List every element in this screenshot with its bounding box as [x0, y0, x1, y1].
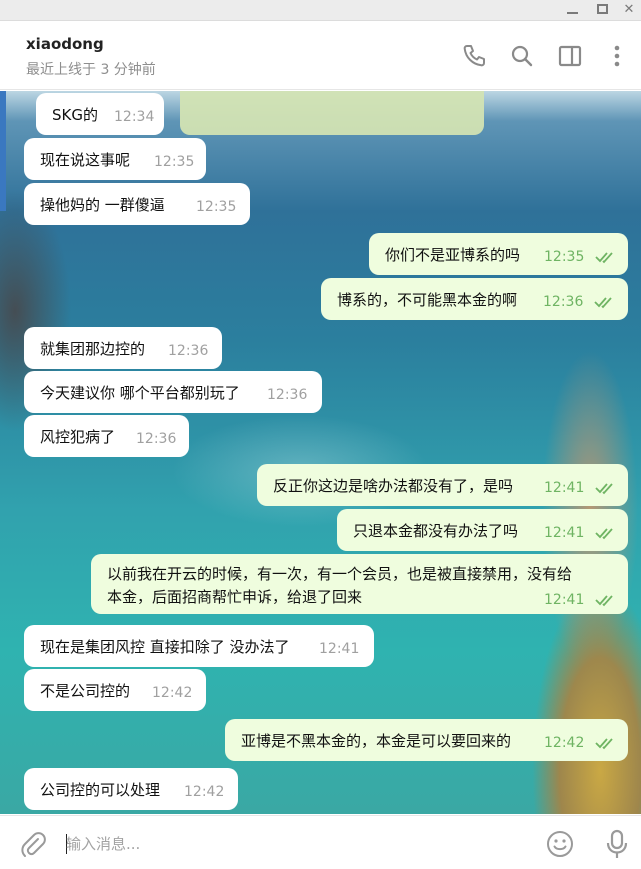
close-button[interactable]: ✕ [617, 0, 641, 21]
emoji-icon[interactable] [545, 829, 575, 859]
message-bubble[interactable]: 操他妈的 一群傻逼 12:35 [24, 183, 250, 225]
message-text: 现在是集团风控 直接扣除了 没办法了 [40, 638, 290, 656]
message-bubble[interactable]: 现在是集团风控 直接扣除了 没办法了 12:41 [24, 625, 374, 667]
message-time: 12:35 [196, 199, 237, 215]
message-bubble-outgoing[interactable]: 以前我在开云的时候，有一次，有一个会员，也是被直接禁用，没有给 本金，后面招商帮… [91, 554, 628, 614]
close-icon: ✕ [623, 2, 635, 17]
message-composer [0, 815, 641, 869]
read-checkmark-icon [595, 483, 613, 495]
minimize-icon [567, 12, 578, 14]
message-time: 12:36 [168, 343, 209, 359]
message-time: 12:41 [544, 592, 585, 608]
message-text: 就集团那边控的 [40, 340, 146, 358]
message-bubble[interactable]: 公司控的可以处理 12:42 [24, 768, 238, 810]
message-text: 公司控的可以处理 [40, 781, 161, 799]
chat-header: xiaodong 最近上线于 3 分钟前 [0, 22, 641, 90]
message-time: 12:35 [544, 249, 585, 265]
sidebar-toggle-icon[interactable] [556, 42, 584, 70]
message-bubble[interactable]: SKG的 12:34 [36, 93, 164, 135]
message-bubble-outgoing[interactable]: 博系的，不可能黑本金的啊 12:36 [321, 278, 628, 320]
message-time: 12:41 [544, 480, 585, 496]
search-icon[interactable] [508, 42, 536, 70]
message-text: 今天建议你 哪个平台都别玩了 [40, 384, 240, 402]
chat-title[interactable]: xiaodong [26, 35, 104, 53]
left-accent-bar [0, 91, 6, 211]
message-bubble-outgoing[interactable]: 你们不是亚博系的吗 12:35 [369, 233, 628, 275]
attach-icon[interactable] [18, 830, 48, 860]
message-text: 操他妈的 一群傻逼 [40, 196, 165, 214]
message-input[interactable] [66, 832, 526, 856]
message-bubble-outgoing[interactable]: 只退本金都没有办法了吗 12:41 [337, 509, 628, 551]
message-text: 博系的，不可能黑本金的啊 [337, 291, 518, 309]
chat-status: 最近上线于 3 分钟前 [26, 62, 156, 78]
phone-icon[interactable] [460, 42, 488, 70]
message-text: 反正你这边是啥办法都没有了，是吗 [273, 477, 514, 495]
message-time: 12:41 [319, 641, 360, 657]
message-bubble-outgoing[interactable]: 亚博是不黑本金的，本金是可以要回来的 12:42 [225, 719, 628, 761]
minimize-button[interactable] [560, 0, 584, 21]
message-time: 12:36 [267, 387, 308, 403]
message-time: 12:42 [184, 784, 225, 800]
message-text: 你们不是亚博系的吗 [385, 246, 521, 264]
message-text: SKG的 [52, 106, 98, 124]
message-text-line1: 以前我在开云的时候，有一次，有一个会员，也是被直接禁用，没有给 [107, 565, 573, 583]
message-bubble[interactable]: 今天建议你 哪个平台都别玩了 12:36 [24, 371, 322, 413]
window-titlebar: ✕ [0, 0, 641, 21]
message-text: 风控犯病了 [40, 428, 116, 446]
maximize-button[interactable] [590, 0, 614, 21]
message-bubble[interactable]: 就集团那边控的 12:36 [24, 327, 222, 369]
message-text: 不是公司控的 [40, 682, 131, 700]
message-bubble-outgoing[interactable]: 反正你这边是啥办法都没有了，是吗 12:41 [257, 464, 628, 506]
message-time: 12:42 [544, 735, 585, 751]
message-time: 12:36 [136, 431, 177, 447]
shared-image-preview[interactable] [180, 91, 484, 135]
more-vertical-icon[interactable] [603, 42, 631, 70]
message-text: 现在说这事呢 [40, 151, 131, 169]
read-checkmark-icon [595, 252, 613, 264]
microphone-icon[interactable] [603, 828, 631, 860]
message-bubble[interactable]: 风控犯病了 12:36 [24, 415, 189, 457]
message-time: 12:41 [544, 525, 585, 541]
message-text: 亚博是不黑本金的，本金是可以要回来的 [241, 732, 512, 750]
read-checkmark-icon [595, 595, 613, 607]
message-text: 只退本金都没有办法了吗 [353, 522, 519, 540]
message-time: 12:36 [543, 294, 584, 310]
message-text-line2: 本金，后面招商帮忙申诉，给退了回来 [107, 588, 363, 606]
message-time: 12:42 [152, 685, 193, 701]
message-bubble[interactable]: 不是公司控的 12:42 [24, 669, 206, 711]
message-time: 12:34 [114, 109, 155, 125]
read-checkmark-icon [595, 528, 613, 540]
read-checkmark-icon [594, 297, 612, 309]
message-bubble[interactable]: 现在说这事呢 12:35 [24, 138, 206, 180]
maximize-icon [597, 4, 608, 14]
read-checkmark-icon [595, 738, 613, 750]
message-time: 12:35 [154, 154, 195, 170]
